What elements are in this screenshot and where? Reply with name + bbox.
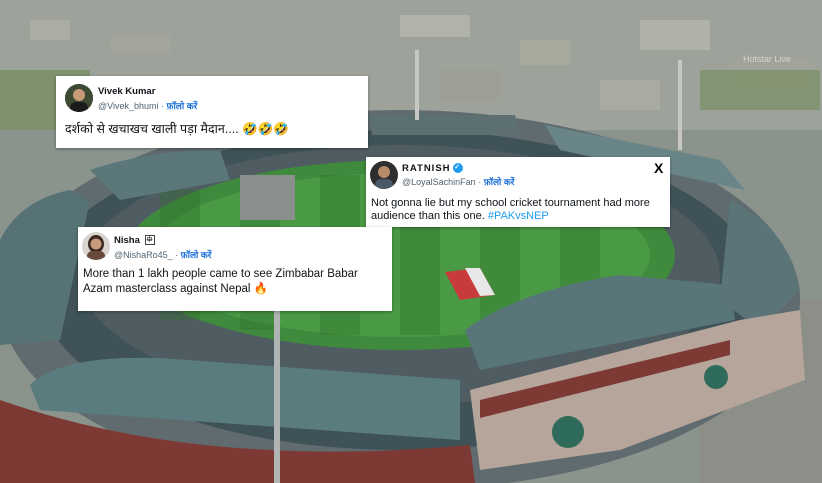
avatar[interactable] xyxy=(370,161,398,189)
handle-row: @NishaRo45_ · फ़ॉलो करें xyxy=(114,250,212,260)
handle[interactable]: @Vivek_bhumi xyxy=(98,101,159,111)
handle-row: @LoyalSachinFan · फ़ॉलो करें xyxy=(402,177,515,187)
avatar[interactable] xyxy=(65,84,93,112)
handle[interactable]: @NishaRo45_ xyxy=(114,250,173,260)
follow-button[interactable]: फ़ॉलो करें xyxy=(167,101,198,111)
follow-button[interactable]: फ़ॉलो करें xyxy=(181,250,212,260)
tweet-text-container: Not gonna lie but my school cricket tour… xyxy=(371,197,666,223)
follow-button[interactable]: फ़ॉलो करें xyxy=(484,177,515,187)
display-name[interactable]: Nisha ⯐ xyxy=(114,235,155,246)
tweet-card-ratnish[interactable]: RATNISH ✓ @LoyalSachinFan · फ़ॉलो करें X … xyxy=(366,157,670,227)
person-photo-icon xyxy=(82,232,110,260)
display-name[interactable]: RATNISH ✓ xyxy=(402,163,463,174)
person-photo-icon xyxy=(65,84,93,112)
name-emoji-icon: ⯐ xyxy=(144,235,155,246)
tweet-card-nisha[interactable]: Nisha ⯐ @NishaRo45_ · फ़ॉलो करें More th… xyxy=(78,227,392,311)
display-name[interactable]: Vivek Kumar xyxy=(98,86,155,97)
avatar[interactable] xyxy=(82,232,110,260)
tweet-card-vivek[interactable]: Vivek Kumar @Vivek_bhumi · फ़ॉलो करें दर… xyxy=(56,76,368,148)
tweet-text: More than 1 lakh people came to see Zimb… xyxy=(83,268,358,295)
handle-row: @Vivek_bhumi · फ़ॉलो करें xyxy=(98,101,198,111)
handle[interactable]: @LoyalSachinFan xyxy=(402,177,476,187)
x-logo-icon[interactable]: X xyxy=(654,160,663,176)
watermark: Hotstar Live xyxy=(743,54,792,64)
person-photo-icon xyxy=(370,161,398,189)
tweet-text: दर्शको से खचाखच खाली पड़ा मैदान.... 🤣🤣🤣 xyxy=(65,122,289,136)
verified-badge-icon: ✓ xyxy=(452,163,463,174)
hashtag-link[interactable]: #PAKvsNEP xyxy=(488,210,549,222)
